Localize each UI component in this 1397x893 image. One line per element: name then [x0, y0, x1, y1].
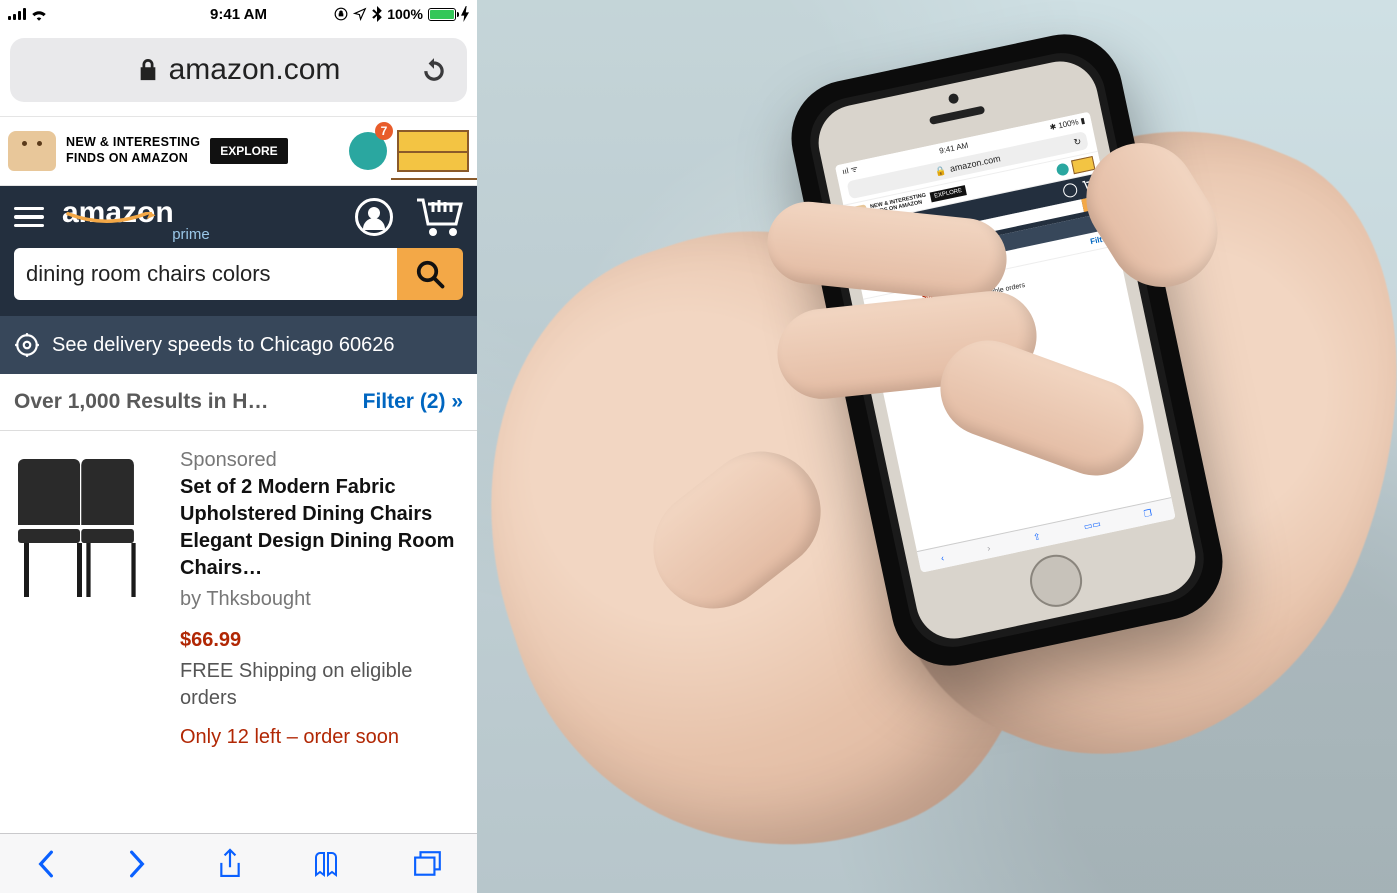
search-input[interactable]: dining room chairs colors: [14, 248, 397, 300]
ios-status-bar: 9:41 AM 100%: [0, 0, 477, 28]
location-pin-icon: [14, 332, 40, 358]
product-thumb: [14, 447, 164, 597]
photo-hands-phone: ııl ᯤ9:41 AM✱ 100% ▮ 🔒 amazon.com↻ NEW &…: [477, 0, 1397, 893]
product-shipping: FREE Shipping on eligible orders: [180, 658, 463, 712]
url-domain: amazon.com: [169, 53, 341, 87]
product-byline: by Thksbought: [180, 586, 463, 613]
interesting-finds-banner[interactable]: NEW & INTERESTING FINDS ON AMAZON EXPLOR…: [0, 116, 477, 186]
cart-icon[interactable]: [415, 196, 463, 238]
screenshot-left: 9:41 AM 100% amazon.com: [0, 0, 477, 893]
amazon-logo[interactable]: amazon prime: [62, 199, 174, 236]
safari-toolbar: [0, 833, 477, 893]
wifi-icon: [30, 7, 48, 21]
results-count: Over 1,000 Results in H…: [14, 390, 268, 414]
bookmarks-icon[interactable]: [312, 850, 344, 878]
forward-icon[interactable]: [126, 849, 148, 879]
prime-label: prime: [172, 228, 210, 242]
bluetooth-icon: [372, 6, 382, 22]
teal-item-icon[interactable]: [349, 132, 387, 170]
reload-icon[interactable]: [421, 56, 447, 84]
explore-button[interactable]: EXPLORE: [210, 138, 287, 164]
filter-link[interactable]: Filter (2) »: [363, 390, 463, 414]
cabinet-icon[interactable]: [397, 130, 469, 172]
results-header: Over 1,000 Results in H… Filter (2) »: [0, 374, 477, 431]
search-button[interactable]: [397, 248, 463, 300]
phone-camera: [948, 93, 960, 105]
safari-url-bar-area: amazon.com: [0, 28, 477, 116]
share-icon[interactable]: [217, 847, 243, 881]
battery-pct: 100%: [387, 6, 423, 22]
sponsored-label: Sponsored: [180, 447, 463, 474]
delivery-bar[interactable]: See delivery speeds to Chicago 60626: [0, 316, 477, 374]
battery-icon: [428, 8, 456, 21]
delivery-text: See delivery speeds to Chicago 60626: [52, 334, 394, 357]
search-row: dining room chairs colors: [0, 248, 477, 316]
product-title[interactable]: Set of 2 Modern Fabric Upholstered Dinin…: [180, 474, 463, 582]
finds-text: NEW & INTERESTING FINDS ON AMAZON: [66, 135, 200, 166]
charging-icon: [461, 6, 469, 22]
signal-icon: [8, 8, 26, 20]
account-icon[interactable]: [355, 198, 393, 236]
product-price: $66.99: [180, 627, 463, 654]
tabs-icon[interactable]: [413, 850, 443, 878]
product-card[interactable]: Sponsored Set of 2 Modern Fabric Upholst…: [0, 431, 477, 767]
toast-icon: [8, 131, 56, 171]
product-stock: Only 12 left – order soon: [180, 724, 463, 751]
menu-icon[interactable]: [14, 202, 44, 233]
safari-url-bar[interactable]: amazon.com: [10, 38, 467, 102]
back-icon[interactable]: [35, 849, 57, 879]
search-icon: [415, 259, 445, 289]
lock-icon: [137, 57, 159, 83]
amazon-header: amazon prime: [0, 186, 477, 248]
location-icon: [353, 7, 367, 21]
orientation-lock-icon: [334, 7, 348, 21]
